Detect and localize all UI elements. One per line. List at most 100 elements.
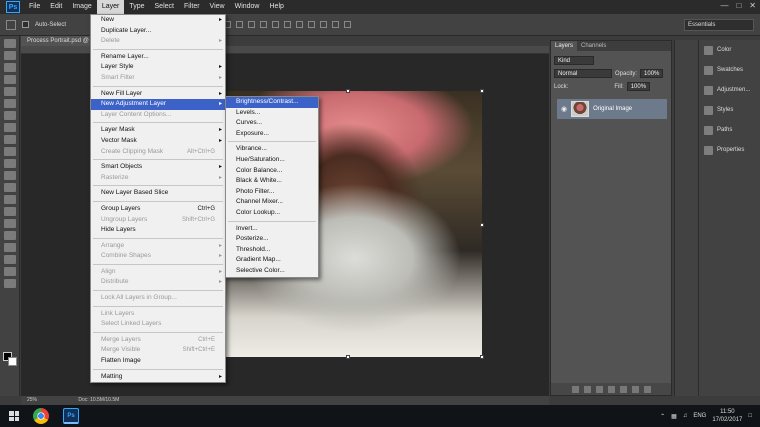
menu-item-gradient-map[interactable]: Gradient Map...	[226, 255, 318, 266]
menu-item-group-layers[interactable]: Group Layers Ctrl+G	[91, 204, 225, 215]
distribute-right-icon[interactable]	[344, 21, 352, 28]
more-tools-icon[interactable]	[3, 279, 16, 288]
notifications-icon[interactable]: □	[748, 413, 752, 419]
lasso-tool-icon[interactable]	[3, 63, 16, 72]
gradient-tool-icon[interactable]	[3, 171, 16, 180]
link-icon[interactable]	[571, 385, 579, 393]
hand-tool-icon[interactable]	[3, 255, 16, 264]
menu-item-posterize[interactable]: Posterize...	[226, 234, 318, 245]
healing-brush-tool-icon[interactable]	[3, 111, 16, 120]
chrome-icon[interactable]	[33, 408, 49, 424]
menu-item-new-fill-layer[interactable]: New Fill Layer ▸	[91, 89, 225, 100]
clock[interactable]: 11:50 17/02/2017	[712, 408, 742, 424]
dodge-tool-icon[interactable]	[3, 195, 16, 204]
menu-type[interactable]: Type	[124, 0, 149, 14]
pen-tool-icon[interactable]	[3, 207, 16, 216]
type-tool-icon[interactable]	[3, 219, 16, 228]
menu-item-hue-saturation[interactable]: Hue/Saturation...	[226, 155, 318, 166]
crop-tool-icon[interactable]	[3, 87, 16, 96]
eraser-tool-icon[interactable]	[3, 159, 16, 168]
layer-row[interactable]: ◉ Original Image	[557, 99, 667, 119]
menu-item-levels[interactable]: Levels...	[226, 108, 318, 119]
menu-filter[interactable]: Filter	[179, 0, 205, 14]
transform-handle[interactable]	[346, 355, 350, 359]
menu-view[interactable]: View	[205, 0, 230, 14]
menu-item-matting[interactable]: Matting ▸	[91, 372, 225, 383]
menu-item-exposure[interactable]: Exposure...	[226, 129, 318, 140]
menu-item-rename-layer[interactable]: Rename Layer...	[91, 52, 225, 63]
move-tool-icon[interactable]	[3, 39, 16, 48]
menu-item-smart-objects[interactable]: Smart Objects ▸	[91, 162, 225, 173]
move-tool-icon[interactable]	[6, 19, 16, 30]
align-bottom-icon[interactable]	[236, 21, 244, 28]
volume-icon[interactable]: ♫	[683, 413, 688, 419]
transform-handle[interactable]	[480, 355, 484, 359]
photoshop-taskbar-icon[interactable]: Ps	[63, 408, 79, 424]
dock-color[interactable]: Color	[699, 40, 760, 60]
menu-item-new[interactable]: New ▸	[91, 15, 225, 26]
menu-item-black-white[interactable]: Black & White...	[226, 176, 318, 187]
transform-handle[interactable]	[480, 89, 484, 93]
dock-properties[interactable]: Properties	[699, 140, 760, 160]
path-select-tool-icon[interactable]	[3, 231, 16, 240]
menu-item-photo-filter[interactable]: Photo Filter...	[226, 187, 318, 198]
distribute-center-icon[interactable]	[332, 21, 340, 28]
chevron-up-icon[interactable]: ⌃	[660, 413, 665, 420]
maximize-icon[interactable]: □	[736, 1, 741, 10]
distribute-middle-icon[interactable]	[296, 21, 304, 28]
menu-item-threshold[interactable]: Threshold...	[226, 245, 318, 256]
quick-select-tool-icon[interactable]	[3, 75, 16, 84]
trash-icon[interactable]	[643, 385, 651, 393]
menu-item-selective-color[interactable]: Selective Color...	[226, 266, 318, 277]
clone-stamp-tool-icon[interactable]	[3, 135, 16, 144]
new-layer-icon[interactable]	[631, 385, 639, 393]
dock-swatches[interactable]: Swatches	[699, 60, 760, 80]
fx-icon[interactable]	[583, 385, 591, 393]
menu-select[interactable]: Select	[150, 0, 179, 14]
zoom-tool-icon[interactable]	[3, 267, 16, 276]
menu-help[interactable]: Help	[265, 0, 289, 14]
menu-item-color-lookup[interactable]: Color Lookup...	[226, 208, 318, 219]
menu-window[interactable]: Window	[230, 0, 265, 14]
zoom-level[interactable]: 25%	[27, 397, 37, 403]
distribute-left-icon[interactable]	[320, 21, 328, 28]
distribute-top-icon[interactable]	[284, 21, 292, 28]
menu-item-flatten-image[interactable]: Flatten Image	[91, 356, 225, 367]
adjustment-icon[interactable]	[607, 385, 615, 393]
blur-tool-icon[interactable]	[3, 183, 16, 192]
network-icon[interactable]: ▦	[671, 413, 677, 420]
auto-select-checkbox[interactable]	[22, 21, 29, 28]
menu-item-new-layer-based-slice[interactable]: New Layer Based Slice	[91, 188, 225, 199]
fill-input[interactable]: 100%	[626, 82, 651, 91]
kind-filter-select[interactable]: Kind	[554, 56, 594, 65]
menu-item-color-balance[interactable]: Color Balance...	[226, 166, 318, 177]
rectangle-tool-icon[interactable]	[3, 243, 16, 252]
menu-item-new-adjustment-layer[interactable]: New Adjustment Layer ▸	[91, 99, 225, 110]
dock-adjustments[interactable]: Adjustmen...	[699, 80, 760, 100]
menu-item-curves[interactable]: Curves...	[226, 118, 318, 129]
menu-item-duplicate-layer[interactable]: Duplicate Layer...	[91, 26, 225, 37]
menu-item-brightness-contrast[interactable]: Brightness/Contrast...	[226, 97, 318, 108]
align-center-icon[interactable]	[260, 21, 268, 28]
eyedropper-tool-icon[interactable]	[3, 99, 16, 108]
language-indicator[interactable]: ENG	[693, 413, 706, 419]
transform-handle[interactable]	[480, 223, 484, 227]
tab-layers[interactable]: Layers	[551, 41, 578, 51]
eye-icon[interactable]: ◉	[561, 105, 567, 113]
menu-item-hide-layers[interactable]: Hide Layers	[91, 225, 225, 236]
document-tab[interactable]: Process Portrait.psd @	[21, 36, 91, 46]
menu-item-vibrance[interactable]: Vibrance...	[226, 144, 318, 155]
mask-icon[interactable]	[595, 385, 603, 393]
close-icon[interactable]: ✕	[749, 1, 756, 10]
history-brush-tool-icon[interactable]	[3, 147, 16, 156]
dock-paths[interactable]: Paths	[699, 120, 760, 140]
transform-handle[interactable]	[346, 89, 350, 93]
blend-mode-select[interactable]: Normal	[554, 69, 612, 78]
background-color-swatch[interactable]	[8, 357, 17, 366]
dock-styles[interactable]: Styles	[699, 100, 760, 120]
align-right-icon[interactable]	[272, 21, 280, 28]
menu-layer[interactable]: Layer	[96, 0, 125, 14]
menu-item-layer-style[interactable]: Layer Style ▸	[91, 62, 225, 73]
menu-item-layer-mask[interactable]: Layer Mask ▸	[91, 125, 225, 136]
menu-item-channel-mixer[interactable]: Channel Mixer...	[226, 197, 318, 208]
